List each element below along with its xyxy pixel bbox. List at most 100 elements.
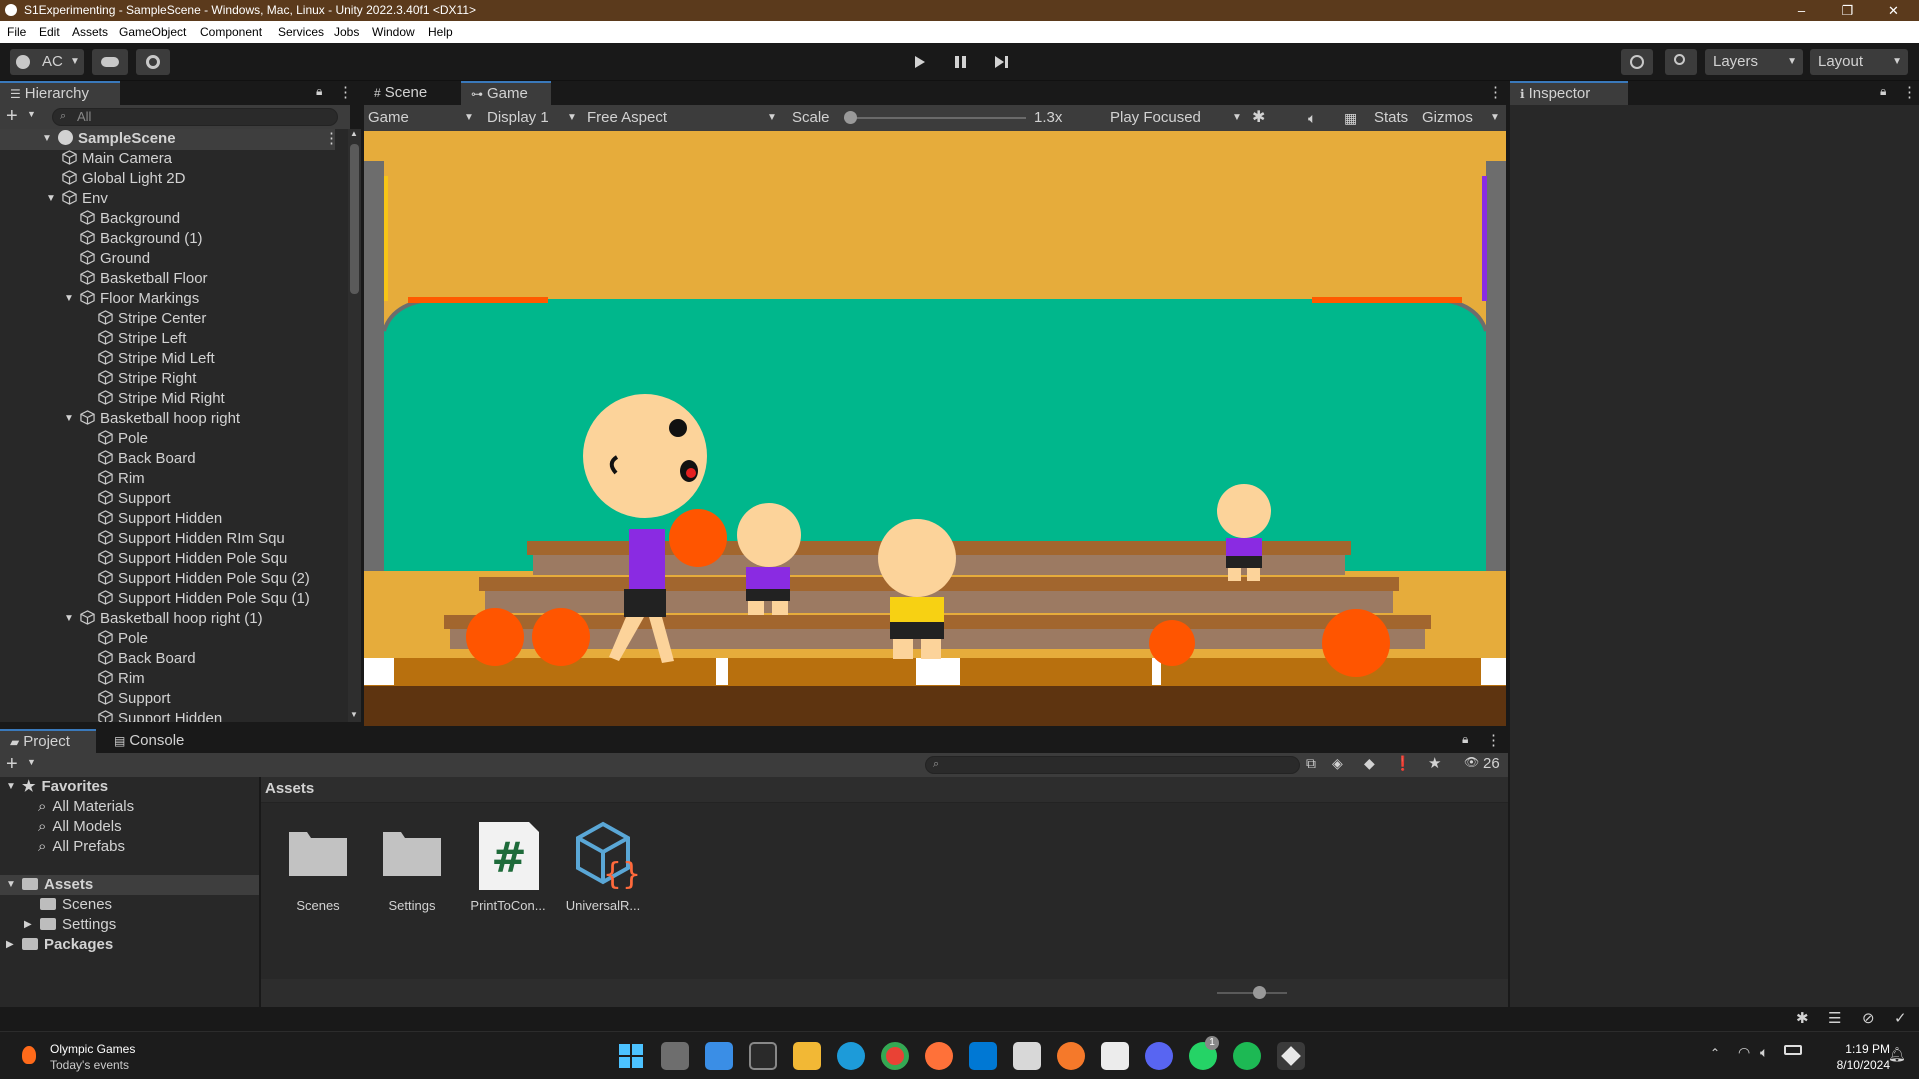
log-types-icon[interactable]: ❗ [1394, 755, 1411, 772]
scrollbar-thumb[interactable] [350, 144, 359, 294]
hierarchy-search-input[interactable]: ⌕ All [52, 108, 338, 126]
tab-hierarchy[interactable]: ☰ Hierarchy [0, 81, 120, 105]
assets-item[interactable]: Assets [22, 875, 93, 895]
volume-icon[interactable]: 🔈︎ [1760, 1044, 1768, 1061]
scroll-down-icon[interactable]: ▼ [350, 710, 358, 719]
chevron-down-icon[interactable]: ▼ [27, 109, 36, 119]
menu-services[interactable]: Services [278, 21, 324, 43]
stats-button[interactable]: Stats [1374, 105, 1408, 131]
wifi-icon[interactable]: ◠ [1738, 1044, 1750, 1061]
task-view-icon[interactable] [661, 1042, 689, 1070]
step-button[interactable] [985, 49, 1017, 75]
clock-date[interactable]: 8/10/2024 [1820, 1058, 1890, 1072]
tab-game[interactable]: ⊶ Game [461, 81, 551, 105]
menu-window[interactable]: Window [372, 21, 415, 43]
game-view-render[interactable] [364, 131, 1506, 726]
fold-arrow-icon[interactable]: ▼ [64, 289, 74, 309]
calendar-icon[interactable] [705, 1042, 733, 1070]
assets-child-scenes[interactable]: Scenes [40, 895, 112, 915]
notification-bell-icon[interactable]: 🔔︎ [1888, 1046, 1906, 1063]
windows-start-icon[interactable] [617, 1042, 645, 1070]
layout-dropdown[interactable]: Layout ▼ [1810, 49, 1908, 75]
kebab-menu-icon[interactable]: ⋮ [338, 83, 353, 101]
hierarchy-item[interactable]: Support [98, 689, 171, 709]
auto-generate-lighting-icon[interactable]: ⊘ [1862, 1009, 1875, 1027]
gizmo-grid-icon[interactable]: ▦ [1344, 105, 1357, 131]
gizmos-dropdown[interactable]: Gizmos ▼ [1422, 105, 1502, 131]
assets-child-settings[interactable]: Settings [40, 915, 116, 935]
hierarchy-item[interactable]: Support [98, 489, 171, 509]
hierarchy-item[interactable]: Rim [98, 469, 145, 489]
scene-root[interactable]: SampleScene [58, 129, 176, 149]
minimize-button[interactable]: – [1779, 0, 1824, 21]
debug-mode-icon[interactable]: ✱ [1796, 1009, 1809, 1027]
menu-file[interactable]: File [7, 21, 26, 43]
hierarchy-item[interactable]: Basketball Floor [80, 269, 208, 289]
menu-assets[interactable]: Assets [72, 21, 108, 43]
fold-arrow-icon[interactable]: ▼ [64, 609, 74, 629]
search-by-type-icon[interactable]: ⧉ [1306, 755, 1316, 772]
terminal-icon[interactable] [749, 1042, 777, 1070]
progress-check-icon[interactable]: ✓ [1894, 1009, 1907, 1027]
scale-slider-thumb[interactable] [844, 111, 857, 124]
hierarchy-item[interactable]: Back Board [98, 649, 196, 669]
cloud-button[interactable] [92, 49, 128, 75]
tab-scene[interactable]: # Scene [364, 81, 458, 105]
kebab-menu-icon[interactable]: ⋮ [324, 129, 339, 147]
hierarchy-item[interactable]: Background (1) [80, 229, 203, 249]
hierarchy-scrollbar[interactable]: ▲ ▼ [348, 129, 361, 722]
hierarchy-item[interactable]: Floor Markings [80, 289, 199, 309]
hierarchy-item[interactable]: Basketball hoop right [80, 409, 240, 429]
fold-arrow-icon[interactable]: ▶ [6, 935, 14, 955]
kebab-menu-icon[interactable]: ⋮ [1902, 83, 1917, 101]
edge-icon[interactable] [837, 1042, 865, 1070]
scale-slider[interactable] [844, 111, 1026, 124]
fold-arrow-icon[interactable]: ▼ [64, 409, 74, 429]
favorites-item[interactable]: ★ Favorites [22, 777, 108, 797]
discord-icon[interactable] [1145, 1042, 1173, 1070]
menu-gameobject[interactable]: GameObject [119, 21, 186, 43]
fav-item-all-materials[interactable]: ⌕ All Materials [38, 797, 134, 817]
hierarchy-item[interactable]: Support Hidden Pole Squ (2) [98, 569, 310, 589]
scroll-up-icon[interactable]: ▲ [350, 129, 358, 138]
chrome-icon[interactable] [881, 1042, 909, 1070]
favorite-star-icon[interactable]: ★ [1428, 754, 1441, 772]
hierarchy-item[interactable]: Stripe Right [98, 369, 196, 389]
hierarchy-item[interactable]: Support Hidden [98, 509, 222, 529]
packages-item[interactable]: Packages [22, 935, 113, 955]
play-mode-dropdown[interactable]: Play Focused ▼ [1110, 105, 1244, 131]
tray-chevron-up-icon[interactable]: ⌃ [1710, 1046, 1720, 1060]
collab-button[interactable] [136, 49, 170, 75]
battery-icon[interactable] [1784, 1045, 1802, 1055]
pause-button[interactable] [944, 49, 976, 75]
fold-arrow-icon[interactable]: ▼ [6, 777, 16, 797]
menu-jobs[interactable]: Jobs [334, 21, 359, 43]
close-button[interactable]: ✕ [1871, 0, 1916, 21]
hierarchy-item[interactable]: Stripe Left [98, 329, 186, 349]
vscode-icon[interactable] [969, 1042, 997, 1070]
hierarchy-item[interactable]: Rim [98, 669, 145, 689]
audio-mute-icon[interactable]: 🔈︎ [1308, 105, 1316, 131]
asset-universal-render-pipeline[interactable]: {} UniversalR... [558, 820, 648, 913]
spotify-icon[interactable] [1233, 1042, 1261, 1070]
hierarchy-item[interactable]: Stripe Center [98, 309, 206, 329]
filter-by-type-icon[interactable]: ◈ [1332, 755, 1343, 772]
breadcrumb-assets[interactable]: Assets [265, 780, 314, 797]
whatsapp-icon[interactable]: 1 [1189, 1036, 1219, 1070]
add-icon[interactable]: + [6, 753, 18, 775]
lock-icon[interactable]: 🔒︎ [1462, 732, 1468, 747]
project-search-input[interactable]: ⌕ [925, 756, 1300, 774]
fav-item-all-models[interactable]: ⌕ All Models [38, 817, 122, 837]
clock-time[interactable]: 1:19 PM [1830, 1042, 1890, 1056]
asset-printtoconsole[interactable]: # PrintToCon... [463, 820, 553, 913]
menu-component[interactable]: Component [200, 21, 262, 43]
icon-size-slider[interactable] [1217, 986, 1287, 999]
maximize-button[interactable]: ❐ [1825, 0, 1870, 21]
asset-settings[interactable]: Settings [367, 820, 457, 913]
hierarchy-item[interactable]: Env [62, 189, 108, 209]
hierarchy-item[interactable]: Pole [98, 629, 148, 649]
hierarchy-item[interactable]: Stripe Mid Left [98, 349, 215, 369]
play-button[interactable] [903, 49, 935, 75]
fold-arrow-icon[interactable]: ▶ [24, 915, 32, 935]
hierarchy-item[interactable]: Basketball hoop right (1) [80, 609, 263, 629]
